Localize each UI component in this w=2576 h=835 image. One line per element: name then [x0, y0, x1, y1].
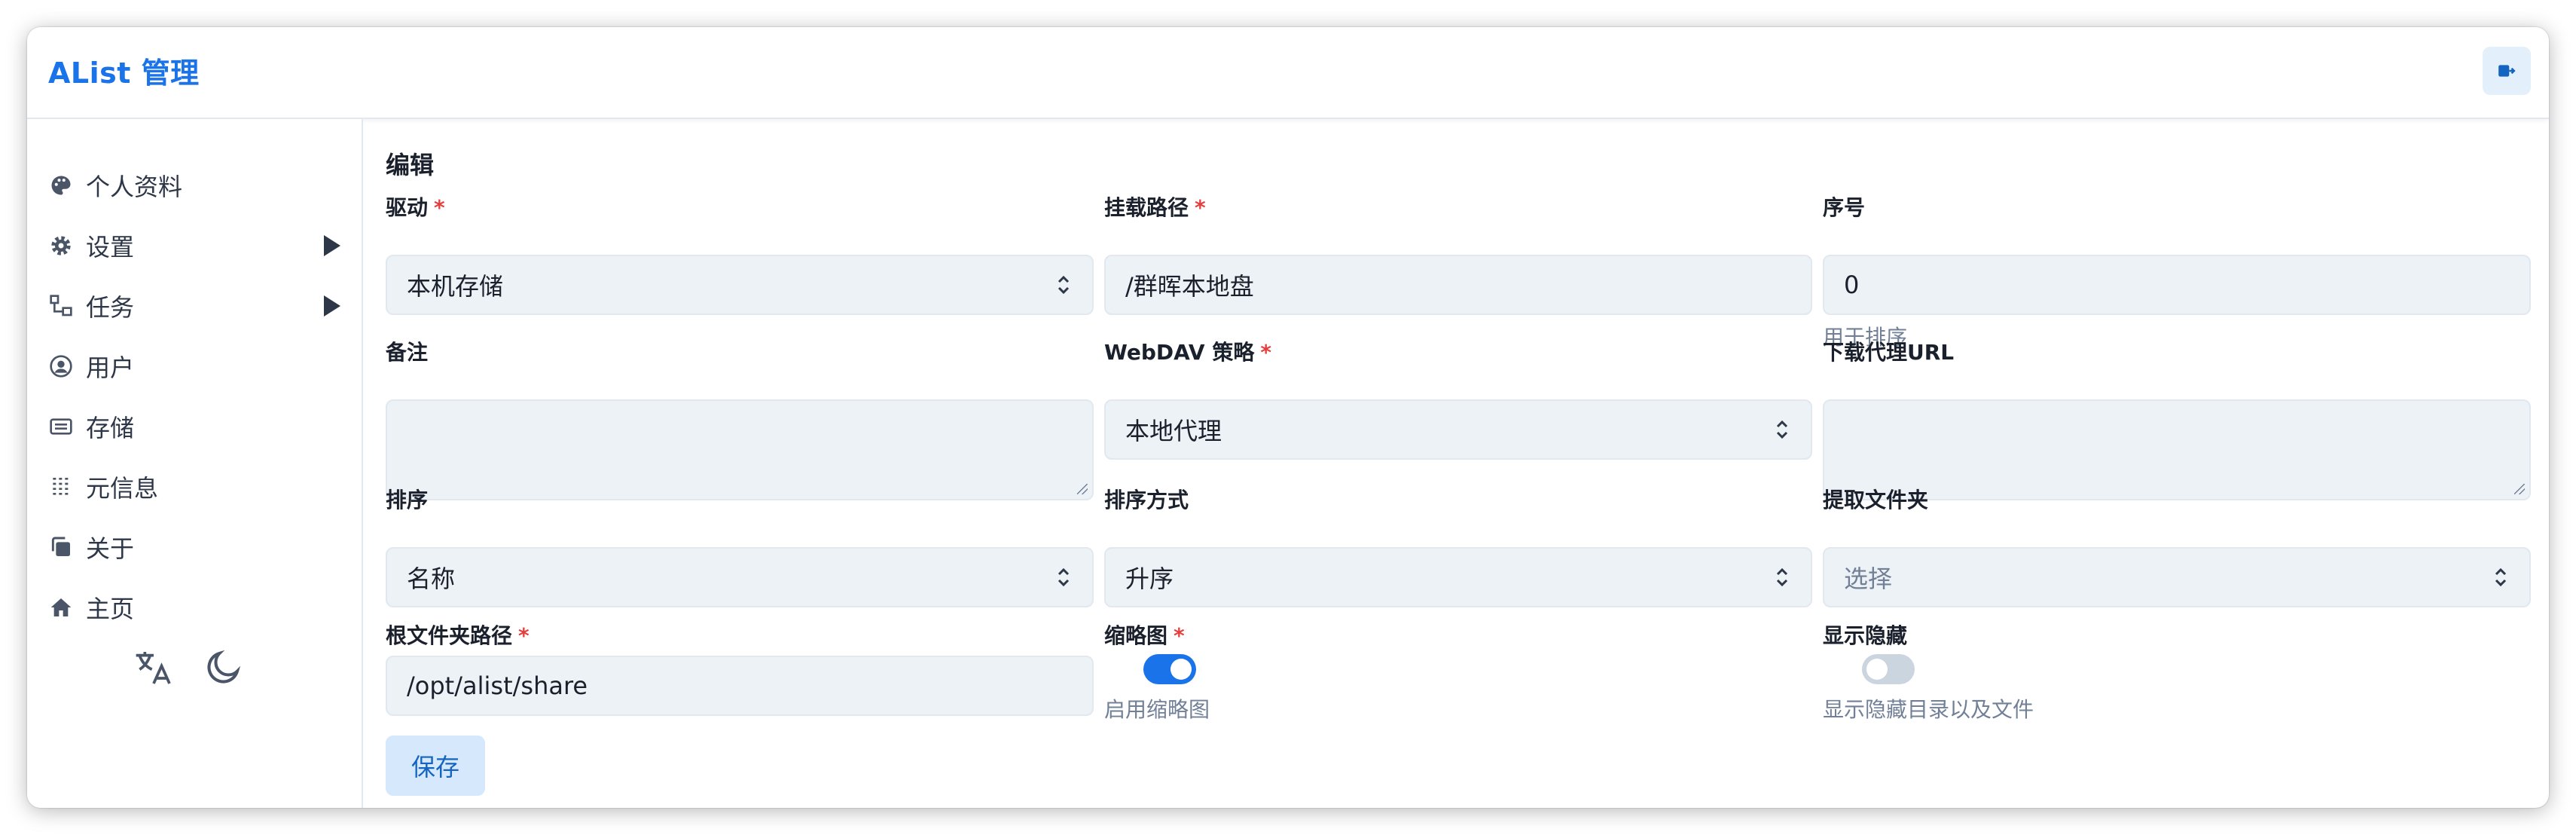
select-arrow-icon	[1058, 567, 1070, 587]
required-mark: *	[1174, 623, 1185, 648]
show-hidden-label: 显示隐藏	[1823, 623, 1908, 648]
meta-icon	[47, 473, 75, 501]
webdav-policy-select[interactable]: 本地代理	[1104, 399, 1812, 460]
thumbnail-label-text: 缩略图	[1104, 623, 1168, 648]
sidebar-item-tasks[interactable]: 任务	[47, 283, 348, 329]
sidebar-item-label: 设置	[86, 233, 135, 262]
required-mark: *	[1195, 195, 1206, 220]
webdav-policy-label: WebDAV 策略 *	[1104, 336, 1271, 366]
sort-direction-label: 排序方式	[1104, 488, 1189, 512]
storage-icon	[47, 412, 75, 441]
root-folder-value: /opt/alist/share	[407, 671, 588, 700]
sidebar-item-label: 用户	[86, 353, 135, 382]
gear-icon	[47, 231, 75, 260]
main-content: 编辑 驱动 * 本机存储 挂载路径 * /群晖本地盘 序号 0 用于排序 备注 We…	[365, 119, 2549, 808]
driver-label: 驱动 *	[386, 191, 445, 222]
resize-grip-icon[interactable]	[1077, 484, 1088, 494]
translate-icon[interactable]	[133, 647, 175, 692]
caret-right-icon	[324, 235, 340, 256]
logout-button[interactable]	[2483, 47, 2531, 95]
root-folder-input[interactable]: /opt/alist/share	[386, 656, 1094, 716]
extract-folder-placeholder: 选择	[1844, 564, 1893, 593]
remark-label: 备注	[386, 340, 429, 365]
show-hidden-toggle[interactable]	[1862, 654, 1915, 684]
sidebar: 个人资料 设置 任务 用户 存储 元信息 关于 主页	[27, 119, 363, 808]
sidebar-item-home[interactable]: 主页	[47, 585, 348, 630]
sort-direction-select[interactable]: 升序	[1104, 547, 1812, 607]
app-window: AList 管理 个人资料 设置 任务 用户 存储 元信息 关于 主页 编辑 驱…	[27, 27, 2549, 808]
order-label: 序号	[1823, 195, 1866, 220]
show-hidden-helper: 显示隐藏目录以及文件	[1823, 697, 2034, 722]
sidebar-item-meta[interactable]: 元信息	[47, 464, 348, 509]
webdav-policy-value: 本地代理	[1125, 417, 1222, 445]
sort-select[interactable]: 名称	[386, 547, 1094, 607]
driver-select[interactable]: 本机存储	[386, 255, 1094, 315]
sidebar-item-users[interactable]: 用户	[47, 344, 348, 389]
download-proxy-label: 下载代理URL	[1823, 340, 1955, 365]
extract-folder-label: 提取文件夹	[1823, 488, 1929, 512]
sidebar-item-about[interactable]: 关于	[47, 525, 348, 570]
sidebar-item-storage[interactable]: 存储	[47, 404, 348, 449]
app-title: AList 管理	[48, 57, 200, 90]
remark-textarea[interactable]	[386, 399, 1094, 500]
select-arrow-icon	[1776, 420, 1788, 439]
toggle-knob	[1170, 659, 1192, 680]
sidebar-item-profile[interactable]: 个人资料	[47, 163, 348, 208]
sidebar-item-label: 个人资料	[86, 173, 183, 201]
root-folder-label: 根文件夹路径 *	[386, 619, 530, 650]
order-input[interactable]: 0	[1823, 255, 2531, 315]
tasks-icon	[47, 292, 75, 320]
sort-value: 名称	[407, 564, 456, 593]
palette-icon	[47, 171, 75, 200]
mount-path-value: /群晖本地盘	[1125, 272, 1254, 301]
required-mark: *	[518, 623, 530, 648]
select-arrow-icon	[1058, 275, 1070, 295]
moon-icon[interactable]	[203, 647, 244, 692]
top-header: AList 管理	[27, 27, 2549, 119]
thumbnail-toggle[interactable]	[1143, 654, 1196, 684]
resize-grip-icon[interactable]	[2514, 484, 2525, 494]
thumbnail-label: 缩略图 *	[1104, 619, 1185, 650]
download-proxy-textarea[interactable]	[1823, 399, 2531, 500]
order-value: 0	[1844, 271, 1860, 299]
sidebar-item-label: 主页	[86, 595, 135, 623]
driver-label-text: 驱动	[386, 195, 429, 220]
sidebar-item-label: 存储	[86, 414, 135, 442]
caret-right-icon	[324, 295, 340, 317]
thumbnail-helper: 启用缩略图	[1104, 697, 1210, 722]
mount-path-label: 挂载路径 *	[1104, 191, 1206, 222]
sort-direction-value: 升序	[1125, 564, 1174, 593]
driver-value: 本机存储	[407, 272, 504, 301]
select-arrow-icon	[2495, 567, 2507, 587]
toggle-knob	[1866, 659, 1888, 680]
required-mark: *	[1260, 340, 1272, 365]
root-folder-label-text: 根文件夹路径	[386, 623, 513, 648]
sidebar-tools	[133, 647, 244, 692]
sort-label: 排序	[386, 488, 429, 512]
sidebar-item-label: 关于	[86, 534, 135, 563]
extract-folder-select[interactable]: 选择	[1823, 547, 2531, 607]
home-icon	[47, 593, 75, 622]
mount-path-label-text: 挂载路径	[1104, 195, 1189, 220]
required-mark: *	[434, 195, 445, 220]
select-arrow-icon	[1776, 567, 1788, 587]
page-title: 编辑	[386, 151, 435, 179]
webdav-policy-label-text: WebDAV 策略	[1104, 340, 1255, 365]
copy-icon	[47, 533, 75, 561]
logout-icon	[2498, 65, 2516, 77]
sidebar-item-label: 元信息	[86, 474, 159, 503]
save-button[interactable]: 保存	[386, 736, 485, 796]
user-circle-icon	[47, 352, 75, 381]
sidebar-item-label: 任务	[86, 293, 135, 322]
mount-path-input[interactable]: /群晖本地盘	[1104, 255, 1812, 315]
sidebar-item-settings[interactable]: 设置	[47, 223, 348, 268]
